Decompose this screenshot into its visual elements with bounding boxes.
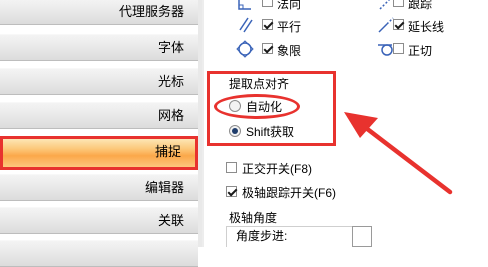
annotation-arrow-icon <box>344 112 453 195</box>
nav-item-proxy-server[interactable]: 代理服务器 <box>0 0 198 25</box>
extension-snap-label: 延长线 <box>408 20 445 34</box>
ortho-checkbox[interactable] <box>226 162 237 173</box>
quadrant-snap-icon <box>236 40 254 58</box>
panel-divider <box>202 0 204 247</box>
extension-snap-checkbox[interactable] <box>393 19 404 30</box>
trace-snap-label: 跟踪 <box>408 0 433 11</box>
parallel-snap-label: 平行 <box>277 20 302 34</box>
angle-step-input[interactable] <box>352 226 372 247</box>
nav-item-next[interactable] <box>0 240 198 267</box>
parallel-snap-icon <box>239 17 253 33</box>
quadrant-snap-label: 象限 <box>277 44 302 58</box>
ortho-label: 正交开关(F8) <box>242 162 312 176</box>
polar-tracking-checkbox[interactable] <box>226 186 237 197</box>
nav-item-grid[interactable]: 网格 <box>0 102 198 129</box>
quadrant-snap-checkbox[interactable] <box>262 43 273 54</box>
nav-item-font[interactable]: 字体 <box>0 34 198 61</box>
highlight-ellipse <box>214 94 300 119</box>
settings-nav: 代理服务器 字体 光标 网格 捕捉 编辑器 关联 <box>0 0 202 267</box>
trace-snap-checkbox[interactable] <box>393 0 404 7</box>
normal-snap-label: 法向 <box>277 0 302 11</box>
tangent-snap-checkbox[interactable] <box>393 43 404 54</box>
polar-angle-title: 极轴角度 <box>229 211 278 225</box>
tangent-snap-label: 正切 <box>408 44 433 58</box>
parallel-snap-checkbox[interactable] <box>262 19 273 30</box>
nav-item-editor[interactable]: 编辑器 <box>0 174 198 201</box>
nav-item-cursor[interactable]: 光标 <box>0 68 198 95</box>
normal-snap-checkbox[interactable] <box>262 0 273 7</box>
nav-item-association[interactable]: 关联 <box>0 207 198 234</box>
perpendicular-snap-icon <box>238 0 251 10</box>
nav-item-snap[interactable]: 捕捉 <box>0 136 198 170</box>
angle-step-label: 角度步进: <box>236 229 288 243</box>
polar-tracking-label: 极轴跟踪开关(F6) <box>242 186 336 200</box>
